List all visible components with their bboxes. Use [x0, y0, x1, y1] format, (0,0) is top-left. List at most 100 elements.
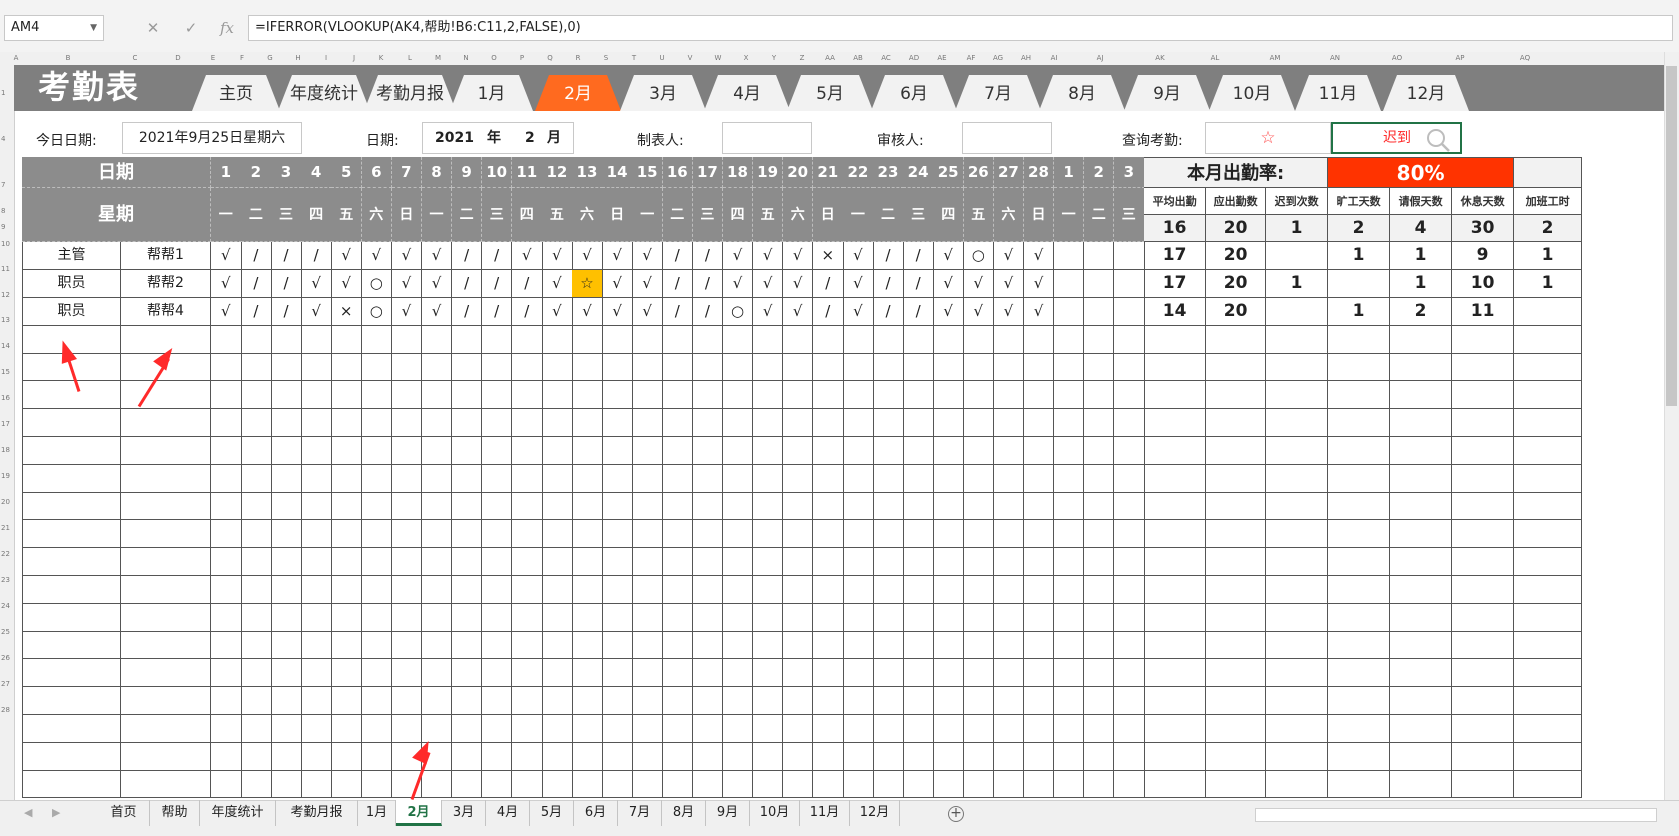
- role-cell[interactable]: 职员: [22, 297, 121, 326]
- attendance-cell[interactable]: [331, 714, 362, 743]
- attendance-cell[interactable]: [1083, 464, 1115, 493]
- attendance-cell[interactable]: [572, 547, 603, 577]
- attendance-cell[interactable]: √: [331, 242, 362, 271]
- attendance-cell[interactable]: [271, 547, 302, 577]
- attendance-cell[interactable]: [1083, 770, 1115, 799]
- stat-cell[interactable]: 17: [1144, 242, 1207, 271]
- attendance-cell[interactable]: [1083, 714, 1115, 743]
- attendance-cell[interactable]: [602, 603, 633, 632]
- attendance-cell[interactable]: [211, 408, 242, 438]
- attendance-cell[interactable]: [903, 353, 934, 382]
- attendance-cell[interactable]: [933, 520, 964, 549]
- attendance-cell[interactable]: [451, 770, 483, 799]
- column-letter[interactable]: C: [133, 54, 138, 62]
- stat-cell[interactable]: 10: [1452, 269, 1515, 299]
- attendance-cell[interactable]: [361, 575, 393, 604]
- attendance-cell[interactable]: [843, 325, 874, 354]
- stat-cell[interactable]: 14: [1144, 297, 1207, 326]
- stat-cell[interactable]: [1206, 325, 1267, 354]
- stat-cell[interactable]: [1206, 631, 1267, 660]
- attendance-cell[interactable]: [451, 742, 483, 771]
- row-number[interactable]: 20: [1, 498, 10, 506]
- attendance-cell[interactable]: [722, 547, 754, 577]
- attendance-cell[interactable]: [1053, 492, 1085, 521]
- attendance-cell[interactable]: [361, 547, 393, 577]
- column-letter[interactable]: N: [463, 54, 468, 62]
- stat-cell[interactable]: [1390, 575, 1453, 604]
- stat-cell[interactable]: [1452, 659, 1515, 688]
- attendance-cell[interactable]: [211, 603, 242, 632]
- attendance-cell[interactable]: [1053, 742, 1085, 771]
- attendance-cell[interactable]: /: [271, 269, 302, 299]
- attendance-cell[interactable]: [361, 464, 393, 493]
- column-letter[interactable]: J: [353, 54, 355, 62]
- attendance-cell[interactable]: [271, 436, 302, 465]
- attendance-cell[interactable]: [903, 603, 934, 632]
- stat-cell[interactable]: [1452, 464, 1515, 493]
- name-cell[interactable]: [121, 659, 211, 688]
- column-letter[interactable]: AM: [1270, 54, 1281, 62]
- nav-tab-2[interactable]: 考勤月报: [364, 75, 456, 111]
- stat-cell[interactable]: 9: [1452, 242, 1515, 271]
- stat-cell[interactable]: [1390, 492, 1453, 521]
- attendance-cell[interactable]: [933, 353, 964, 382]
- row-number[interactable]: 1: [1, 89, 5, 97]
- attendance-cell[interactable]: [993, 686, 1025, 716]
- attendance-cell[interactable]: [512, 464, 543, 493]
- attendance-cell[interactable]: [662, 603, 694, 632]
- stat-cell[interactable]: [1514, 353, 1583, 382]
- attendance-cell[interactable]: [873, 659, 904, 688]
- attendance-cell[interactable]: [752, 603, 784, 632]
- attendance-cell[interactable]: [301, 714, 332, 743]
- attendance-cell[interactable]: [993, 547, 1025, 577]
- sheet-tab-2[interactable]: 年度统计: [200, 800, 276, 826]
- stat-cell[interactable]: [1144, 547, 1207, 577]
- attendance-cell[interactable]: [301, 770, 332, 799]
- column-letter[interactable]: AF: [967, 54, 976, 62]
- attendance-cell[interactable]: [782, 575, 814, 604]
- attendance-cell[interactable]: [722, 603, 754, 632]
- attendance-cell[interactable]: [692, 742, 724, 771]
- attendance-cell[interactable]: √: [843, 242, 874, 271]
- attendance-cell[interactable]: [873, 631, 904, 660]
- attendance-cell[interactable]: [542, 436, 573, 465]
- stat-cell[interactable]: 2: [1390, 297, 1453, 326]
- name-cell[interactable]: [121, 381, 211, 410]
- attendance-cell[interactable]: /: [903, 297, 934, 326]
- search-icon[interactable]: [1425, 127, 1451, 157]
- attendance-cell[interactable]: [632, 659, 663, 688]
- attendance-cell[interactable]: [301, 464, 332, 493]
- attendance-cell[interactable]: [993, 381, 1025, 410]
- attendance-cell[interactable]: [843, 436, 874, 465]
- attendance-cell[interactable]: [241, 408, 272, 438]
- attendance-cell[interactable]: [903, 575, 934, 604]
- attendance-cell[interactable]: [331, 659, 362, 688]
- role-cell[interactable]: 职员: [22, 269, 121, 299]
- attendance-cell[interactable]: [481, 742, 513, 771]
- stat-cell[interactable]: [1390, 714, 1453, 743]
- attendance-cell[interactable]: [662, 464, 694, 493]
- attendance-cell[interactable]: [271, 686, 302, 716]
- attendance-cell[interactable]: [752, 547, 784, 577]
- attendance-cell[interactable]: [963, 325, 995, 354]
- reviewer-input[interactable]: [962, 122, 1052, 154]
- attendance-cell[interactable]: [241, 353, 272, 382]
- attendance-cell[interactable]: [301, 492, 332, 521]
- attendance-cell[interactable]: √: [632, 297, 663, 326]
- attendance-cell[interactable]: [1053, 770, 1085, 799]
- stat-cell[interactable]: 20: [1206, 242, 1267, 271]
- attendance-cell[interactable]: √: [572, 242, 603, 271]
- attendance-cell[interactable]: [873, 686, 904, 716]
- stat-cell[interactable]: [1266, 353, 1329, 382]
- attendance-cell[interactable]: [1023, 631, 1055, 660]
- attendance-cell[interactable]: [1053, 297, 1085, 326]
- attendance-cell[interactable]: [813, 464, 844, 493]
- attendance-cell[interactable]: [873, 492, 904, 521]
- attendance-cell[interactable]: [782, 381, 814, 410]
- attendance-cell[interactable]: [1114, 297, 1145, 326]
- stat-cell[interactable]: [1206, 742, 1267, 771]
- attendance-cell[interactable]: [903, 408, 934, 438]
- role-cell[interactable]: [22, 575, 121, 604]
- stat-cell[interactable]: [1144, 436, 1207, 465]
- attendance-cell[interactable]: [361, 381, 393, 410]
